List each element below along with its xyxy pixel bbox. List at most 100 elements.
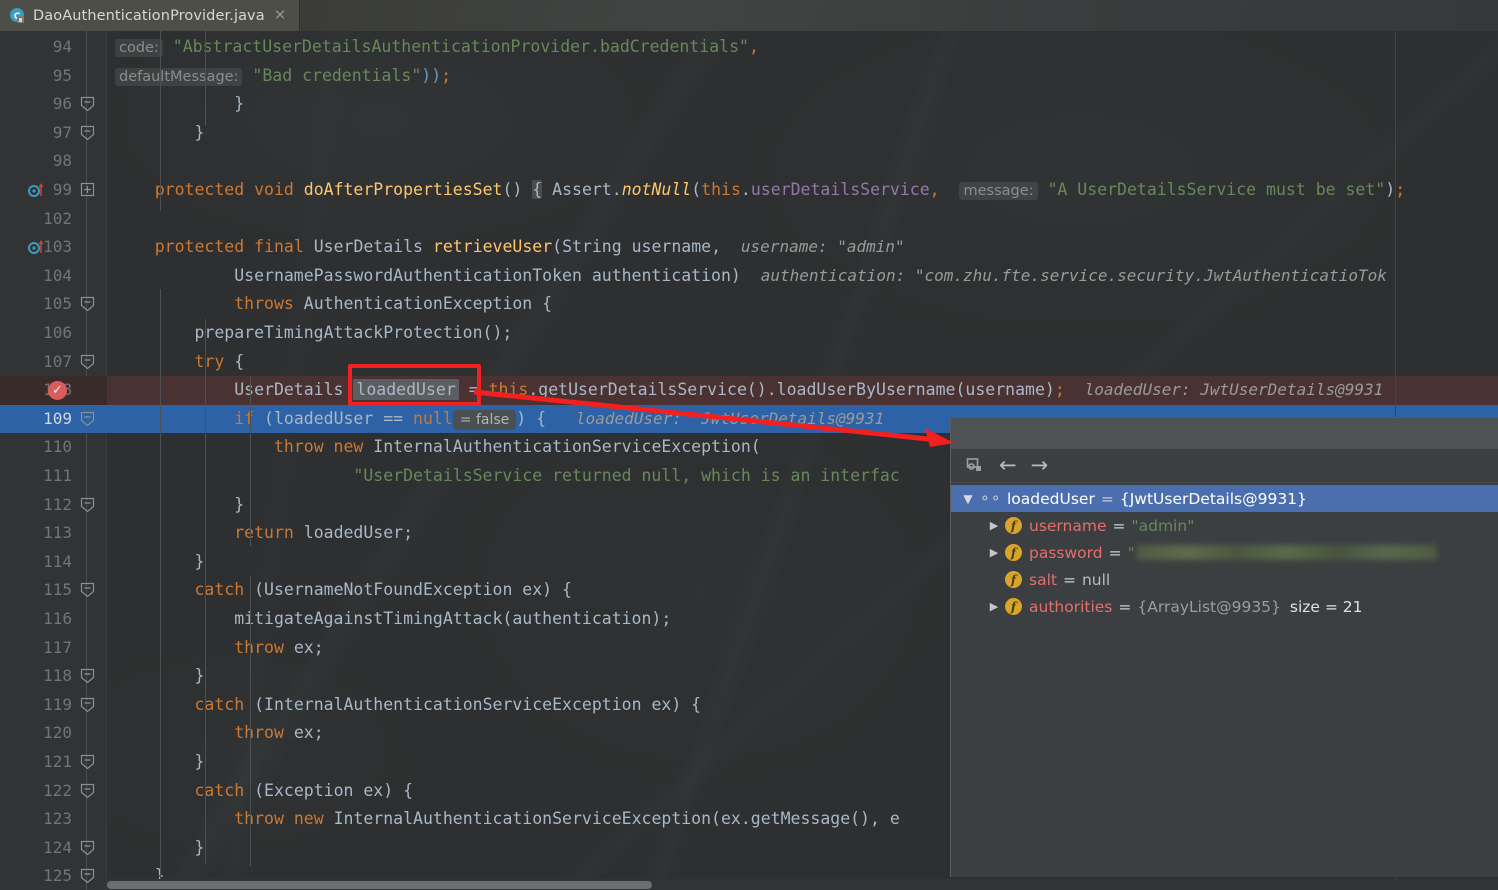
folded-region[interactable]: { [532, 180, 543, 199]
editor-tab-daoauthenticationprovider[interactable]: C DaoAuthenticationProvider.java ✕ [0, 0, 300, 31]
line-number: 98 [52, 151, 72, 171]
code-line[interactable]: 102 [0, 205, 1498, 234]
code-line-content: throw ex; [234, 637, 324, 657]
parameter-hint: defaultMessage: [115, 67, 243, 86]
code-line[interactable]: 97 } [0, 119, 1498, 148]
line-number: 122 [43, 780, 72, 800]
forward-arrow-icon[interactable]: → [1031, 455, 1049, 476]
debugger-variables-popup[interactable]: ← → ▼ ⚬⚬ loadedUser = {JwtUserDetails@9931} ▶… [950, 417, 1498, 877]
fold-collapse-icon[interactable] [80, 783, 95, 798]
debugger-variable-name: authorities [1029, 597, 1113, 616]
fold-collapse-icon[interactable] [80, 840, 95, 856]
fold-collapse-icon[interactable] [80, 497, 95, 512]
code-line[interactable]: 103 protected final UserDetails retrieve… [0, 233, 1498, 262]
fold-collapse-icon[interactable] [80, 411, 95, 427]
object-icon: ⚬⚬ [979, 490, 1001, 507]
code-line-content: throw ex; [234, 723, 324, 743]
line-number: 97 [52, 122, 72, 142]
code-line-content: prepareTimingAttackProtection(); [115, 323, 513, 342]
close-icon[interactable]: ✕ [272, 8, 287, 23]
field-icon: f [1005, 517, 1022, 534]
fold-collapse-icon[interactable] [80, 668, 95, 684]
code-line[interactable]: 95 defaultMessage: "Bad credentials")); [0, 62, 1498, 91]
chevron-down-icon[interactable]: ▼ [957, 492, 979, 506]
code-line[interactable]: 99 protected void doAfterPropertiesSet()… [0, 176, 1498, 205]
java-class-icon: C [9, 7, 26, 24]
debugger-variables-tree[interactable]: ▼ ⚬⚬ loadedUser = {JwtUserDetails@9931} ▶ f use… [951, 483, 1498, 877]
fold-collapse-icon[interactable] [80, 354, 95, 369]
line-number: 123 [43, 809, 72, 829]
horizontal-scrollbar-thumb[interactable] [107, 881, 652, 889]
inline-evaluation-badge: = false [452, 409, 517, 430]
code-line-content: throw new InternalAuthenticationServiceE… [234, 809, 900, 829]
field-icon: f [1005, 571, 1022, 588]
equals-sign: = [1112, 516, 1126, 535]
indent-guide [250, 376, 251, 546]
code-line-content: mitigateAgainstTimingAttack(authenticati… [115, 609, 672, 628]
code-line[interactable]: 106 prepareTimingAttackProtection(); [0, 319, 1498, 348]
debugger-tree-row[interactable]: ▼ ⚬⚬ loadedUser = {JwtUserDetails@9931} [951, 485, 1498, 512]
code-line-content: } [115, 94, 245, 114]
editor-tab-label: DaoAuthenticationProvider.java [33, 7, 265, 24]
chevron-right-icon[interactable]: ▶ [983, 519, 1005, 532]
selected-identifier[interactable]: loadedUser [353, 379, 459, 401]
fold-collapse-icon[interactable] [80, 125, 95, 141]
code-line[interactable]: 105 throws AuthenticationException { [0, 290, 1498, 319]
code-line[interactable]: 98 [0, 147, 1498, 176]
line-number: 107 [43, 351, 72, 371]
inline-debug-value: loadedUser: JwtUserDetails@9931 [575, 408, 885, 428]
code-line-content: } [115, 494, 245, 514]
code-line[interactable]: 104 UsernamePasswordAuthenticationToken … [0, 262, 1498, 291]
debugger-popup-header[interactable] [951, 418, 1498, 449]
indent-guide [160, 289, 161, 889]
implementing-method-icon[interactable] [28, 239, 50, 259]
code-line-content: catch (UsernameNotFoundException ex) { [194, 580, 572, 600]
implementing-method-icon[interactable] [28, 182, 50, 202]
line-number: 95 [52, 65, 72, 85]
line-number: 112 [43, 494, 72, 514]
chevron-right-icon[interactable]: ▶ [983, 546, 1005, 559]
line-number: 94 [52, 37, 72, 56]
horizontal-scrollbar[interactable] [107, 879, 1498, 890]
debugger-tree-row[interactable]: ▶ f password = " [951, 539, 1498, 566]
line-number: 113 [43, 523, 72, 543]
equals-sign: = [1100, 489, 1114, 508]
fold-expand-icon[interactable] [80, 182, 95, 197]
fold-collapse-icon[interactable] [80, 754, 95, 770]
fold-collapse-icon[interactable] [80, 868, 95, 884]
debugger-tree-row[interactable]: ▶ f authorities = {ArrayList@9935} size = 21 [951, 593, 1498, 620]
line-number: 119 [43, 694, 72, 714]
code-line-content: catch (InternalAuthenticationServiceExce… [194, 694, 702, 714]
fold-collapse-icon[interactable] [80, 296, 95, 312]
debugger-collection-size: size = 21 [1289, 597, 1363, 616]
code-line-content: try { [194, 351, 245, 371]
field-icon: f [1005, 598, 1022, 615]
debugger-popup-toolbar[interactable]: ← → [951, 449, 1498, 483]
equals-sign: = [1108, 543, 1122, 562]
code-line-content: UsernamePasswordAuthenticationToken auth… [115, 265, 1387, 285]
fold-collapse-icon[interactable] [80, 697, 95, 713]
code-line[interactable]: 107 try { [0, 348, 1498, 377]
code-line[interactable]: 96 } [0, 90, 1498, 119]
line-number: 120 [43, 723, 72, 743]
line-number: 116 [43, 609, 72, 628]
parameter-hint: code: [115, 39, 163, 57]
chevron-right-icon[interactable]: ▶ [983, 600, 1005, 613]
show-referring-objects-icon[interactable] [965, 456, 985, 476]
line-number: 115 [43, 580, 72, 600]
line-number: 96 [52, 94, 72, 114]
debugger-variable-name: loadedUser [1007, 489, 1095, 508]
debugger-variable-value: null [1081, 570, 1111, 589]
inline-debug-value: loadedUser: JwtUserDetails@9931 [1084, 380, 1384, 400]
line-number: 110 [43, 437, 72, 457]
code-line[interactable]: 94 code: "AbstractUserDetailsAuthenticati… [0, 33, 1498, 62]
code-line[interactable]: 108 UserDetails loadedUser = this.getUse… [0, 376, 1498, 405]
fold-collapse-icon[interactable] [80, 96, 95, 112]
line-number: 114 [43, 551, 72, 571]
line-number: 111 [43, 466, 72, 485]
debugger-tree-row[interactable]: ▶ f username = "admin" [951, 512, 1498, 539]
debugger-tree-row[interactable]: f salt = null [951, 566, 1498, 593]
redacted-password-value [1136, 545, 1437, 560]
back-arrow-icon[interactable]: ← [999, 455, 1017, 476]
fold-collapse-icon[interactable] [80, 582, 95, 598]
